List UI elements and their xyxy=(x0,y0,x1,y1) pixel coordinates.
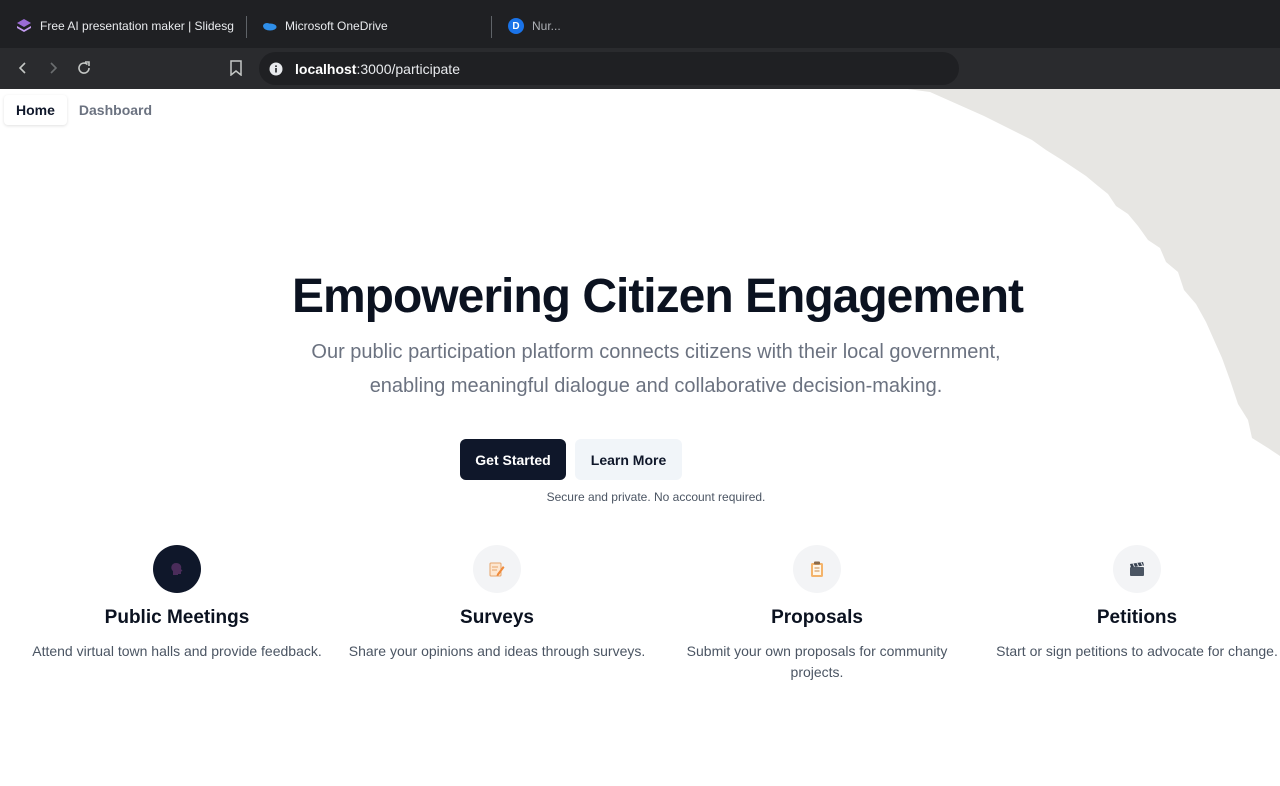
browser-tab-slidesgo[interactable]: Free AI presentation maker | Slidesg xyxy=(4,8,246,44)
browser-toolbar: localhost:3000/participate xyxy=(0,48,1280,89)
feature-description: Submit your own proposals for community … xyxy=(686,643,948,680)
slidesgo-icon xyxy=(16,18,32,34)
forward-button[interactable] xyxy=(41,56,65,80)
bookmark-button[interactable] xyxy=(224,56,248,80)
feature-title: Petitions xyxy=(1096,607,1178,628)
bookmark-icon xyxy=(230,60,242,76)
browser-tab-onedrive[interactable]: Microsoft OneDrive xyxy=(249,8,491,44)
learn-more-button[interactable]: Learn More xyxy=(575,439,682,480)
feature-description: Attend virtual town halls and provide fe… xyxy=(32,643,322,659)
feature-title: Surveys xyxy=(460,607,534,628)
tab-title: Free AI presentation maker | Slidesg xyxy=(40,19,234,33)
secure-note: Secure and private. No account required. xyxy=(546,490,766,504)
page-content: Home Dashboard Empowering Citizen Engage… xyxy=(0,89,1280,786)
hero-title: Empowering Citizen Engagement xyxy=(291,270,1024,323)
info-icon[interactable] xyxy=(269,62,283,76)
feature-petitions: Petitions Start or sign petitions to adv… xyxy=(977,545,1280,662)
tab-separator xyxy=(246,16,247,38)
browser-tab-third[interactable]: D Nur... xyxy=(496,8,616,44)
nav-dashboard[interactable]: Dashboard xyxy=(67,95,164,125)
clipboard-icon xyxy=(793,545,841,593)
feature-title: Proposals xyxy=(771,607,863,628)
url-text[interactable]: localhost:3000/participate xyxy=(295,61,460,77)
feature-title: Public Meetings xyxy=(104,607,250,628)
memo-pencil-icon xyxy=(473,545,521,593)
speaking-head-icon xyxy=(153,545,201,593)
reload-icon xyxy=(78,61,90,74)
tab-separator xyxy=(491,16,492,38)
feature-description: Start or sign petitions to advocate for … xyxy=(996,643,1278,659)
address-bar[interactable]: localhost:3000/participate xyxy=(259,52,959,85)
feature-surveys: Surveys Share your opinions and ideas th… xyxy=(337,545,657,662)
browser-tab-strip: Free AI presentation maker | Slidesg Mic… xyxy=(0,0,1280,48)
d-badge-icon: D xyxy=(508,18,524,34)
feature-public-meetings: Public Meetings Attend virtual town hall… xyxy=(17,545,337,662)
get-started-button[interactable]: Get Started xyxy=(460,439,566,480)
onedrive-cloud-icon xyxy=(261,18,277,34)
top-navigation: Home Dashboard xyxy=(4,95,164,125)
feature-proposals: Proposals Submit your own proposals for … xyxy=(657,545,977,683)
tab-title: Microsoft OneDrive xyxy=(285,19,388,33)
feature-description: Share your opinions and ideas through su… xyxy=(348,643,646,659)
chevron-right-icon xyxy=(50,62,58,74)
reload-button[interactable] xyxy=(72,56,96,80)
back-button[interactable] xyxy=(11,56,35,80)
chevron-left-icon xyxy=(18,62,26,74)
nav-home[interactable]: Home xyxy=(4,95,67,125)
clapperboard-icon xyxy=(1113,545,1161,593)
tab-title: Nur... xyxy=(532,19,561,33)
hero-subtitle: Our public participation platform connec… xyxy=(311,341,1001,397)
